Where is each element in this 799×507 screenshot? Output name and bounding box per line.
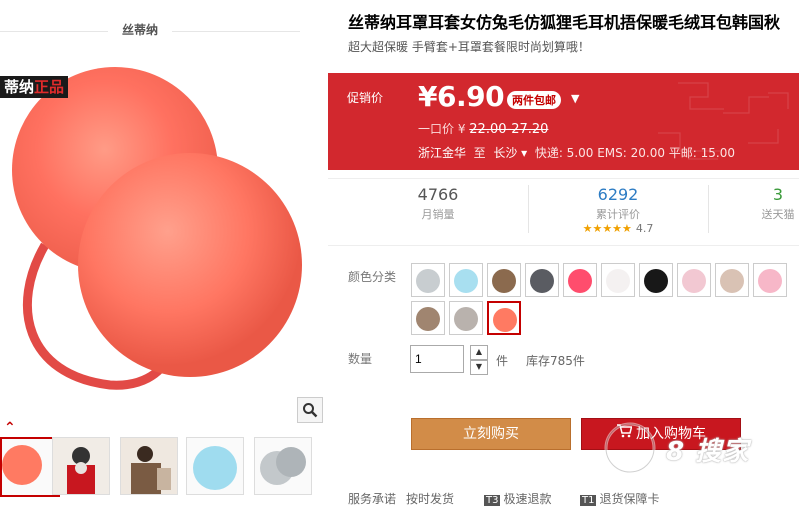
- thumbnail-2[interactable]: [52, 437, 110, 495]
- service-item-1[interactable]: 按时发货: [406, 490, 454, 507]
- rating-value: 4.7: [635, 222, 654, 235]
- stat-value: 6292: [597, 185, 639, 204]
- stats-divider-top: [328, 178, 799, 179]
- watermark-text: 8 搜家: [666, 437, 750, 467]
- color-swatch-rose-red-fur[interactable]: [563, 263, 597, 297]
- rating-stars: ★★★★★ 4.7: [582, 222, 654, 235]
- product-subtitle: 超大超保暖 手臂套+耳罩套餐限时尚划算哦！: [348, 40, 590, 54]
- quantity-label: 数量: [348, 352, 373, 366]
- ship-fees: 快递: 5.00 EMS: 20.00 平邮: 15.00: [534, 146, 736, 160]
- brand-logo-badge: 蒂纳正品: [0, 76, 69, 98]
- color-swatch-pink-fur[interactable]: [753, 263, 787, 297]
- product-title: 丝蒂纳耳罩耳套女仿兔毛仿狐狸毛耳机捂保暖毛绒耳包韩国秋: [348, 13, 781, 32]
- thumbnail-4[interactable]: [186, 437, 244, 495]
- stat-value: 4766: [417, 185, 459, 204]
- price-amount: ¥6.90: [418, 80, 505, 113]
- color-swatch-coffee-fur[interactable]: [411, 301, 445, 335]
- color-option-label: 颜色分类: [348, 270, 397, 284]
- thumbnail-1[interactable]: [0, 437, 60, 497]
- stat-monthly-sales: 4766 月销量: [368, 185, 508, 222]
- zoom-icon[interactable]: [297, 397, 323, 423]
- ship-from: 浙江金华: [418, 146, 467, 160]
- buy-now-button[interactable]: 立刻购买: [411, 418, 571, 450]
- stat-reviews[interactable]: 6292 累计评价 ★★★★★ 4.7: [548, 185, 688, 235]
- thumbnail-5[interactable]: [254, 437, 312, 495]
- thumbnail-3[interactable]: [120, 437, 178, 495]
- color-swatch-orange-fur[interactable]: [487, 301, 521, 335]
- stat-points: 3 送天猫: [718, 185, 799, 222]
- stats-divider-bottom: [328, 245, 799, 246]
- color-swatch-model-photo[interactable]: [715, 263, 749, 297]
- stat-divider: [528, 185, 529, 233]
- logo-text-main: 蒂纳: [4, 78, 35, 96]
- color-swatch-brown-fur[interactable]: [487, 263, 521, 297]
- thumbnail-scroll-up-icon[interactable]: ⌃: [4, 420, 16, 436]
- stat-value: 3: [772, 185, 784, 204]
- color-swatch-white-fur[interactable]: [601, 263, 635, 297]
- quantity-input[interactable]: [410, 345, 464, 373]
- ship-to-select[interactable]: 长沙 ▾: [493, 146, 527, 160]
- service-item-2[interactable]: T3 极速退款: [484, 490, 552, 507]
- stat-label: 累计评价: [596, 208, 640, 221]
- price-label: 促销价: [347, 91, 384, 105]
- promo-badge[interactable]: 两件包邮: [507, 91, 561, 109]
- promo-chevron-down-icon[interactable]: ▼: [571, 92, 579, 105]
- quantity-unit: 件: [496, 354, 509, 368]
- service-label: 服务承诺: [348, 492, 397, 506]
- color-swatch-light-blue-fur[interactable]: [449, 263, 483, 297]
- service-item-3[interactable]: T1 退货保障卡: [580, 490, 660, 507]
- original-price: 一口价 ¥ 22.00-27.20: [418, 120, 548, 137]
- color-swatch-dark-gray-knit[interactable]: [525, 263, 559, 297]
- service-badge: T3: [484, 495, 501, 506]
- stat-label: 送天猫: [761, 208, 795, 221]
- quantity-decrease-icon[interactable]: ▼: [470, 360, 488, 375]
- color-swatch-smoke-fur[interactable]: [449, 301, 483, 335]
- stat-label: 月销量: [421, 208, 455, 221]
- brand-name[interactable]: 丝蒂纳: [108, 21, 173, 38]
- stat-divider: [708, 185, 709, 233]
- stock-count: 库存785件: [526, 354, 585, 368]
- original-price-range: 22.00-27.20: [469, 122, 549, 137]
- original-price-label: 一口价 ¥: [418, 122, 466, 136]
- color-swatch-gray-fur[interactable]: [411, 263, 445, 297]
- chevron-down-icon: ▾: [521, 146, 528, 160]
- quantity-increase-icon[interactable]: ▲: [470, 345, 488, 360]
- service-badge: T1: [580, 495, 597, 506]
- ship-to: 长沙: [493, 146, 518, 160]
- main-product-image[interactable]: [0, 55, 325, 425]
- color-swatch-black-fur[interactable]: [639, 263, 673, 297]
- color-swatch-pink-knit[interactable]: [677, 263, 711, 297]
- ship-to-word: 至: [473, 146, 486, 160]
- logo-text-accent: 正品: [34, 78, 65, 96]
- shipping-info: 浙江金华 至 长沙 ▾ 快递: 5.00 EMS: 20.00 平邮: 15.0…: [418, 144, 735, 161]
